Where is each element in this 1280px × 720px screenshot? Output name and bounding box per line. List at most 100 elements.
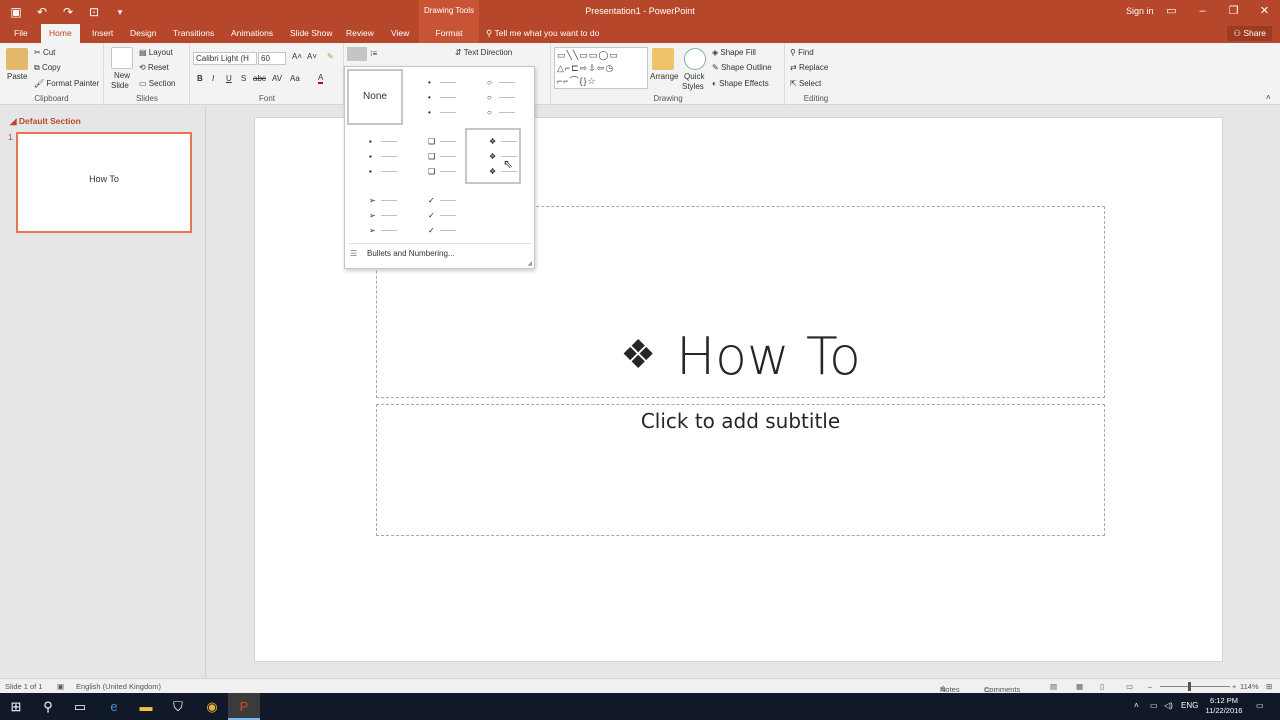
bold-button[interactable]: B — [197, 74, 203, 83]
copy-button[interactable]: ⧉ Copy — [34, 63, 61, 73]
new-slide-label[interactable]: New — [114, 71, 130, 80]
task-view-icon[interactable]: ▭ — [64, 693, 96, 720]
customize-qat-icon[interactable]: ▾ — [112, 4, 128, 20]
layout-button[interactable]: ▤ Layout — [139, 48, 173, 57]
tab-insert[interactable]: Insert — [84, 24, 121, 43]
bullet-option-filled-round[interactable]: • • • — [406, 69, 462, 125]
undo-icon[interactable]: ↶ — [34, 4, 50, 20]
arrange-icon[interactable] — [652, 48, 674, 70]
bullet-option-hollow-round[interactable]: ○ ○ ○ — [465, 69, 521, 125]
sign-in-link[interactable]: Sign in — [1126, 6, 1154, 16]
strikethrough-button[interactable]: abc — [253, 74, 266, 83]
new-slide-label-2[interactable]: Slide — [111, 81, 129, 90]
normal-view-icon[interactable]: ▤ — [1050, 682, 1057, 691]
shrink-font-icon[interactable]: A˅ — [307, 52, 317, 61]
tab-format[interactable]: Format — [419, 24, 479, 43]
fit-to-window-icon[interactable]: ⊞ — [1266, 682, 1272, 691]
paste-icon[interactable] — [6, 48, 28, 70]
tab-home[interactable]: Home — [41, 24, 80, 43]
reading-view-icon[interactable]: ▯ — [1100, 682, 1104, 691]
tell-me-box[interactable]: ⚲ Tell me what you want to do — [486, 28, 599, 39]
zoom-slider-knob[interactable] — [1188, 682, 1191, 691]
slide-show-icon[interactable]: ▭ — [1126, 682, 1133, 691]
search-icon[interactable]: ⚲ — [32, 693, 64, 720]
powerpoint-icon[interactable]: P — [228, 693, 260, 720]
input-language[interactable]: ENG — [1181, 701, 1198, 710]
reset-button[interactable]: ⟲ Reset — [139, 63, 169, 72]
language-indicator[interactable]: English (United Kingdom) — [76, 682, 161, 691]
tab-review[interactable]: Review — [338, 24, 382, 43]
shadow-button[interactable]: S — [241, 74, 246, 83]
shape-fill-button[interactable]: ◈ Shape Fill — [712, 48, 756, 57]
save-icon[interactable]: ▣ — [8, 4, 24, 20]
action-center-icon[interactable]: ▭ — [1256, 701, 1264, 710]
numbering-icon[interactable]: ⁝≡ — [370, 49, 377, 58]
font-size-box[interactable]: 60 — [258, 52, 286, 65]
quick-styles-label-2[interactable]: Styles — [682, 82, 704, 91]
change-case-button[interactable]: Aa — [290, 74, 300, 83]
bullets-button[interactable] — [347, 47, 367, 61]
new-slide-icon[interactable] — [111, 47, 133, 69]
zoom-in-icon[interactable]: + — [1232, 682, 1236, 691]
close-icon[interactable]: ✕ — [1249, 0, 1280, 22]
quick-styles-label[interactable]: Quick — [684, 72, 704, 81]
shape-effects-button[interactable]: ◐ Shape Effects — [712, 79, 769, 88]
arrange-label[interactable]: Arrange — [650, 72, 678, 81]
underline-button[interactable]: U — [226, 74, 232, 83]
font-name-box[interactable]: Calibri Light (H — [193, 52, 257, 65]
tab-view[interactable]: View — [383, 24, 417, 43]
collapse-ribbon-icon[interactable]: ˄ — [1266, 93, 1271, 102]
slide-thumbnail[interactable]: How To — [16, 132, 192, 233]
chrome-icon[interactable]: ◉ — [196, 693, 228, 720]
redo-icon[interactable]: ↷ — [60, 4, 76, 20]
volume-icon[interactable]: ◁) — [1164, 701, 1173, 710]
italic-button[interactable]: I — [212, 74, 214, 83]
zoom-out-icon[interactable]: – — [1148, 682, 1152, 691]
maximize-icon[interactable]: ❐ — [1218, 0, 1249, 22]
bullet-option-hollow-square[interactable]: ❑ ❑ ❑ — [406, 128, 462, 184]
tab-file[interactable]: File — [6, 24, 36, 43]
file-explorer-icon[interactable]: ▬ — [130, 693, 162, 720]
show-hidden-icons-icon[interactable]: ˄ — [1134, 701, 1139, 710]
spell-check-icon[interactable]: ▣ — [57, 682, 64, 691]
grow-font-icon[interactable]: A˄ — [292, 52, 302, 61]
tab-design[interactable]: Design — [122, 24, 164, 43]
select-button[interactable]: ⇱ Select — [790, 79, 821, 88]
text-direction-button[interactable]: ⇵ Text Direction — [455, 48, 512, 57]
start-from-beginning-icon[interactable]: ⊡ — [86, 4, 102, 20]
ribbon-display-options-icon[interactable]: ▭ — [1156, 0, 1187, 22]
system-clock[interactable]: 6:12 PM 11/22/2016 — [1198, 696, 1250, 716]
clear-formatting-icon[interactable]: ✎ — [327, 52, 334, 61]
network-icon[interactable]: ▭ — [1150, 701, 1158, 710]
zoom-level[interactable]: 114% — [1240, 682, 1259, 691]
section-button[interactable]: ▭ Section — [139, 79, 175, 88]
shapes-gallery[interactable]: ▭╲╲▭▭◯▭ △⌐⊏⇨⇩⇦◷ ⌐⌐⌒{}☆ — [554, 47, 648, 89]
cut-button[interactable]: ✂ Cut — [34, 48, 55, 57]
share-button[interactable]: ⚇ Share — [1227, 26, 1272, 41]
bullet-option-checkmark[interactable]: ✓ ✓ ✓ — [406, 187, 462, 243]
tab-animations[interactable]: Animations — [223, 24, 281, 43]
windows-start-icon[interactable]: ⊞ — [0, 693, 32, 720]
replace-button[interactable]: ⇄ Replace — [790, 63, 828, 72]
shape-outline-button[interactable]: ✎ Shape Outline — [712, 63, 772, 72]
find-button[interactable]: ⚲ Find — [790, 48, 814, 57]
slide-sorter-icon[interactable]: ▦ — [1076, 682, 1083, 691]
format-painter-button[interactable]: 🖌 Format Painter — [34, 79, 99, 88]
bullets-and-numbering-link[interactable]: Bullets and Numbering... — [367, 249, 455, 258]
minimize-icon[interactable]: – — [1187, 0, 1218, 22]
zoom-slider[interactable] — [1160, 686, 1230, 687]
font-color-button[interactable]: A — [318, 73, 324, 84]
quick-styles-icon[interactable] — [684, 48, 706, 70]
bullet-option-filled-square[interactable]: ▪ ▪ ▪ — [347, 128, 403, 184]
section-header[interactable]: ◢ Default Section — [10, 116, 81, 127]
bullet-option-arrow[interactable]: ➢ ➢ ➢ — [347, 187, 403, 243]
resize-grip-icon[interactable]: ◢ — [527, 260, 532, 267]
tab-transitions[interactable]: Transitions — [165, 24, 222, 43]
tab-slide-show[interactable]: Slide Show — [282, 24, 341, 43]
subtitle-placeholder[interactable]: Click to add subtitle — [376, 404, 1105, 536]
paste-button-label[interactable]: Paste — [7, 72, 27, 81]
character-spacing-button[interactable]: AV — [272, 74, 282, 83]
edge-icon[interactable]: e — [98, 693, 130, 720]
bullet-option-star[interactable]: ❖ ❖ ❖ — [465, 128, 521, 184]
store-icon[interactable]: ⛉ — [162, 693, 194, 720]
